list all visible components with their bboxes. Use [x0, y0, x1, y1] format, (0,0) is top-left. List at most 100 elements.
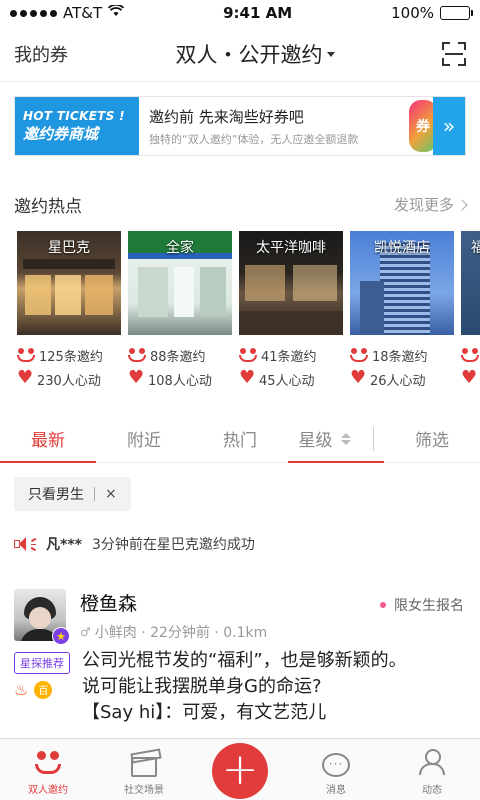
tabbar-feed-label: 动态	[422, 785, 442, 796]
tab-divider	[372, 426, 374, 451]
like-count: 230人心动	[37, 373, 101, 389]
scout-recommend-badge: 星探推荐	[14, 652, 70, 674]
heart-icon	[128, 371, 144, 386]
venue-stats: 88条邀约 108人心动	[128, 343, 232, 391]
signal-icon	[10, 9, 57, 17]
banner-badge-line2: 邀约券商城	[23, 124, 99, 143]
hot-section-header: 邀约热点 发现更多	[0, 192, 480, 217]
invite-count: 18条邀约	[372, 349, 428, 365]
hot-card-starbucks[interactable]: 星巴克 125条邀约 230人心动	[17, 231, 121, 391]
invite-count: 88条邀约	[150, 349, 206, 365]
venue-name: 全家	[166, 240, 194, 256]
couple-icon	[461, 348, 479, 362]
heart-icon	[350, 371, 366, 386]
bottom-tab-bar: 双人邀约 社交场景 + 消息 动态	[0, 738, 480, 800]
discover-more-link[interactable]: 发现更多	[393, 194, 468, 215]
hot-card-hyatt[interactable]: 凯悦酒店 18条邀约 26人心动	[350, 231, 454, 391]
heart-icon	[17, 371, 33, 386]
filter-chip-male-only[interactable]: 只看男生 ×	[14, 477, 131, 511]
venue-name: 福	[471, 240, 480, 256]
active-filters: 只看男生 ×	[0, 463, 480, 511]
sort-icon	[340, 432, 351, 445]
caret-down-icon	[326, 52, 335, 57]
couple-icon	[350, 348, 368, 362]
clapperboard-icon	[131, 757, 157, 777]
post-content: 公司光棍节发的“福利”，也是够新颖的。 说可能让我摆脱单身G的命运? 【Say …	[82, 648, 407, 726]
female-only-label: 限女生报名	[394, 598, 464, 614]
tabbar-messages-label: 消息	[326, 785, 346, 796]
post-badges: 星探推荐 ♨ 百	[14, 648, 70, 726]
tab-nearby[interactable]: 附近	[96, 415, 192, 462]
invite-count: 41条邀约	[261, 349, 317, 365]
tabbar-feed[interactable]: 动态	[384, 739, 480, 800]
create-invite-button[interactable]: +	[212, 743, 268, 799]
double-chevron-right-icon[interactable]: »	[433, 97, 465, 155]
post-line: 公司光棍节发的“福利”，也是够新颖的。	[82, 650, 407, 671]
filter-tabs: 最新 附近 热门 星级 筛选	[0, 415, 480, 463]
post-meta-text: 小鲜肉 · 22分钟前 · 0.1km	[94, 625, 268, 641]
hot-venue-list: 星巴克 125条邀约 230人心动 全家 88条邀约 108人心动 太平洋咖啡 …	[0, 231, 480, 391]
post-meta: ♂ 小鲜肉 · 22分钟前 · 0.1km	[80, 622, 466, 642]
coupon-mall-banner[interactable]: HOT TICKETS ! 邀约券商城 邀约前 先来淘些好券吧 独特的“双人邀约…	[14, 96, 466, 156]
like-count: 26人心动	[370, 373, 426, 389]
medal-icon: 百	[34, 680, 53, 699]
venue-stats: 41条邀约 45人心动	[239, 343, 343, 391]
gender-male-icon: ♂	[80, 625, 91, 639]
venue-photo: 星巴克	[17, 231, 121, 335]
invite-type-dropdown[interactable]: 双人・公开邀约	[176, 39, 335, 69]
carrier: AT&T	[63, 4, 103, 22]
discover-more-label: 发现更多	[393, 196, 454, 214]
nav-title-text: 双人・公开邀约	[175, 42, 323, 67]
tabbar-invite-label: 双人邀约	[28, 785, 68, 796]
filter-chip-label: 只看男生	[28, 487, 84, 503]
tab-filter[interactable]: 筛选	[384, 415, 480, 462]
tabbar-create: +	[192, 739, 288, 800]
couple-icon	[33, 749, 63, 777]
venue-stats: 18条邀约 26人心动	[350, 343, 454, 391]
tab-star-rating[interactable]: 星级	[288, 415, 384, 463]
like-count: 45人心动	[259, 373, 315, 389]
female-only-tag: 限女生报名	[380, 595, 464, 615]
invite-count: 125条邀约	[39, 349, 103, 365]
venue-photo: 福	[461, 231, 480, 335]
banner-text: 邀约前 先来淘些好券吧 独特的“双人邀约”体验，无人应邀全额退款	[139, 106, 407, 147]
venue-stats	[461, 343, 480, 391]
banner-subtitle: 独特的“双人邀约”体验，无人应邀全额退款	[149, 132, 359, 146]
venue-name: 星巴克	[48, 240, 90, 256]
fire-icon: ♨	[14, 680, 29, 699]
like-count: 108人心动	[148, 373, 212, 389]
venue-photo: 太平洋咖啡	[239, 231, 343, 335]
tab-hot[interactable]: 热门	[192, 415, 288, 462]
status-bar: AT&T 9:41 AM 100%	[0, 0, 480, 26]
banner-title: 邀约前 先来淘些好券吧	[149, 107, 304, 126]
tabbar-scene[interactable]: 社交场景	[96, 739, 192, 800]
invite-post[interactable]: ★ 橙鱼森 ♂ 小鲜肉 · 22分钟前 · 0.1km 限女生报名 星探推荐 ♨…	[0, 589, 480, 726]
couple-icon	[239, 348, 257, 362]
hot-card-pacific-coffee[interactable]: 太平洋咖啡 41条邀约 45人心动	[239, 231, 343, 391]
success-notice: 凡*** 3分钟前在星巴克邀约成功	[0, 529, 480, 559]
heart-icon	[239, 371, 255, 386]
banner-badge-line1: HOT TICKETS !	[23, 108, 125, 123]
close-icon[interactable]: ×	[105, 486, 117, 502]
notice-text: 3分钟前在星巴克邀约成功	[91, 537, 255, 553]
hot-card-partial[interactable]: 福	[461, 231, 480, 391]
notice-user: 凡***	[46, 537, 82, 553]
post-line: 说可能让我摆脱单身G的命运?	[82, 676, 322, 697]
couple-icon	[17, 348, 35, 362]
hot-section-title: 邀约热点	[14, 197, 82, 217]
venue-name: 凯悦酒店	[374, 240, 430, 256]
hot-card-familymart[interactable]: 全家 88条邀约 108人心动	[128, 231, 232, 391]
status-right: 100%	[391, 4, 473, 22]
tabbar-messages[interactable]: 消息	[288, 739, 384, 800]
person-icon	[417, 749, 447, 777]
tab-star-label: 星级	[298, 431, 333, 451]
tabbar-invite[interactable]: 双人邀约	[0, 739, 96, 800]
scan-icon[interactable]	[442, 41, 466, 66]
tab-newest[interactable]: 最新	[0, 415, 96, 463]
my-coupons-link[interactable]: 我的券	[14, 41, 68, 67]
status-time: 9:41 AM	[223, 4, 293, 22]
chip-divider	[94, 487, 95, 501]
wifi-icon	[108, 3, 125, 21]
post-badge-icons: ♨ 百	[14, 680, 70, 699]
chevron-right-icon	[456, 198, 468, 211]
